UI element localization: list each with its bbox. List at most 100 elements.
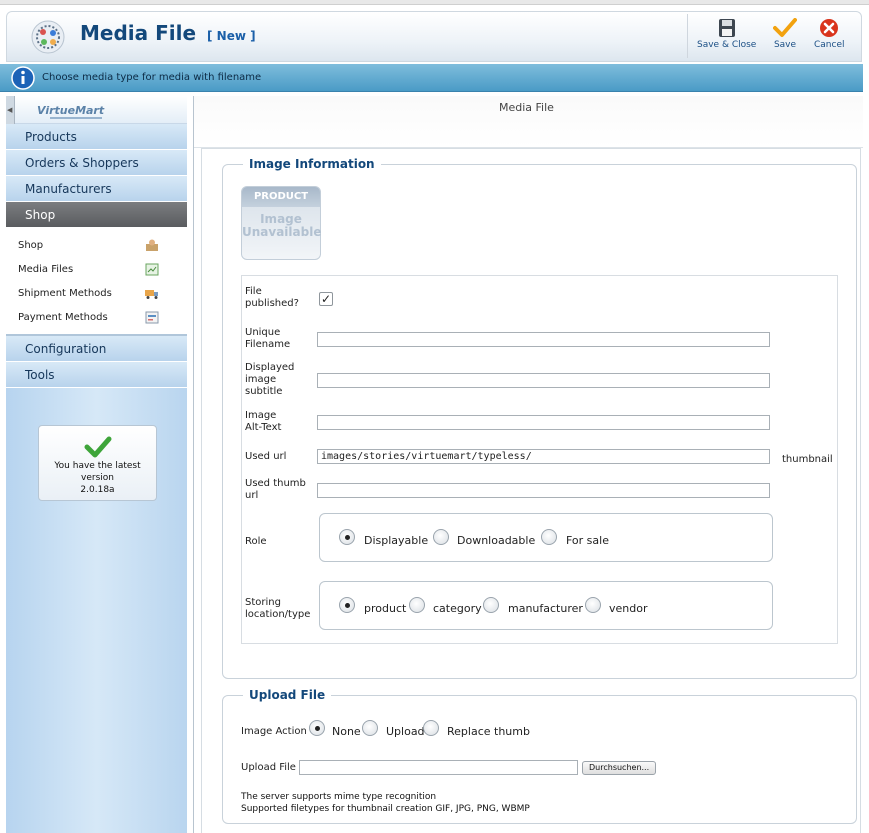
image-action-radio-upload[interactable] <box>362 720 378 736</box>
storing-radio-manufacturer[interactable] <box>483 597 499 613</box>
tab-bar: Media File <box>194 96 863 148</box>
sidebar-item-orders-shoppers[interactable]: Orders & Shoppers <box>6 150 187 176</box>
used-url-field[interactable]: images/stories/virtuemart/typeless/ <box>317 449 770 464</box>
unique-filename-label: Unique Filename <box>245 327 290 351</box>
image-action-label: Image Action <box>241 726 307 737</box>
alt-text-label: Image Alt-Text <box>245 410 281 434</box>
unique-filename-label-line2: Filename <box>245 339 291 350</box>
page-title: Media File [ New ] <box>80 21 256 45</box>
displayed-subtitle-label-line2: image <box>245 374 277 385</box>
save-close-button[interactable]: Save & Close <box>697 18 756 50</box>
used-thumb-url-label-line2: url <box>245 490 259 501</box>
used-thumb-url-label-line1: Used thumb <box>245 478 306 489</box>
file-published-checkbox[interactable]: ✓ <box>319 292 333 306</box>
upload-file-label: Upload File <box>241 762 296 773</box>
sidebar-item-label: Manufacturers <box>25 182 112 196</box>
storing-option-label: vendor <box>609 602 648 615</box>
displayed-subtitle-label-line3: subtitle <box>245 386 283 397</box>
save-close-icon <box>718 19 735 37</box>
browse-button[interactable]: Durchsuchen... <box>582 761 657 775</box>
page-title-text: Media File <box>80 21 197 45</box>
page-header: Media File [ New ] Save & Close Save Can… <box>6 11 862 62</box>
submenu-item-label: Shop <box>18 240 44 251</box>
version-number: 2.0.18a <box>80 485 115 495</box>
storing-radio-vendor[interactable] <box>585 597 601 613</box>
unique-filename-label-line1: Unique <box>245 327 281 338</box>
shop-icon <box>146 239 158 251</box>
tab-media-file[interactable]: Media File <box>499 101 554 114</box>
main-panel: Image Information PRODUCT Image Unavaila… <box>201 148 861 833</box>
version-text-line2: version <box>81 473 114 483</box>
used-url-label: Used url <box>245 451 287 462</box>
sidebar-item-tools[interactable]: Tools <box>6 362 187 388</box>
storing-option-label: manufacturer <box>508 602 583 615</box>
sidebar-item-products[interactable]: Products <box>6 124 187 150</box>
sidebar-brand: ◀ VirtueMart <box>6 96 187 124</box>
toolbar-divider <box>687 14 688 58</box>
filetypes-note: Supported filetypes for thumbnail creati… <box>241 804 530 814</box>
storing-location-label: Storing location/type <box>245 597 310 621</box>
storing-radio-category[interactable] <box>409 597 425 613</box>
sidebar-item-label: Shop <box>25 208 56 222</box>
save-label: Save <box>773 40 797 50</box>
sidebar-item-label: Tools <box>25 368 55 382</box>
sidebar-collapse-handle[interactable]: ◀ <box>6 96 15 124</box>
image-action-radio-replace-thumb[interactable] <box>423 720 439 736</box>
submenu-item-payment-methods[interactable]: Payment Methods <box>6 306 187 330</box>
mime-support-note: The server supports mime type recognitio… <box>241 792 437 802</box>
role-radio-downloadable[interactable] <box>433 529 449 545</box>
unique-filename-field[interactable] <box>317 332 770 347</box>
alt-text-field[interactable] <box>317 415 770 430</box>
info-icon <box>11 66 35 90</box>
alt-text-label-line1: Image <box>245 410 277 421</box>
sidebar-item-label: Orders & Shoppers <box>25 156 139 170</box>
image-action-option-label: None <box>332 725 361 738</box>
info-message: Choose media type for media with filenam… <box>42 72 262 83</box>
upload-file-field[interactable] <box>299 760 578 775</box>
submenu-item-label: Payment Methods <box>18 312 108 323</box>
submenu-item-shipment-methods[interactable]: Shipment Methods <box>6 282 187 306</box>
file-published-label-line2: published? <box>245 298 299 309</box>
content-divider <box>193 96 194 833</box>
role-radio-for-sale[interactable] <box>541 529 557 545</box>
storing-radio-group: product category manufacturer vendor <box>319 581 773 630</box>
sidebar-item-label: Products <box>25 130 77 144</box>
save-close-label: Save & Close <box>697 40 757 50</box>
storing-location-label-line1: Storing <box>245 597 281 608</box>
sidebar-item-manufacturers[interactable]: Manufacturers <box>6 176 187 202</box>
logo-underline <box>50 117 102 119</box>
checkmark-icon <box>773 18 797 37</box>
image-action-option-label: Upload <box>386 725 425 738</box>
displayed-subtitle-field[interactable] <box>317 373 770 388</box>
cancel-button[interactable]: Cancel <box>814 18 845 50</box>
save-button[interactable]: Save <box>773 18 797 50</box>
truck-icon <box>145 290 158 299</box>
storing-radio-product[interactable] <box>339 597 355 613</box>
used-thumb-url-field[interactable] <box>317 483 770 498</box>
sidebar-item-label: Configuration <box>25 342 107 356</box>
image-unavailable-placeholder: PRODUCT Image Unavailable <box>241 186 321 260</box>
shop-submenu: Shop Media Files Shipment Methods Paymen… <box>6 228 187 336</box>
submenu-item-label: Media Files <box>18 264 74 275</box>
role-radio-displayable[interactable] <box>339 529 355 545</box>
image-action-radio-none[interactable] <box>309 720 325 736</box>
info-bar: Choose media type for media with filenam… <box>0 64 863 92</box>
submenu-item-shop[interactable]: Shop <box>6 234 187 258</box>
cancel-icon <box>820 19 839 37</box>
version-text-line1: You have the latest <box>54 461 141 471</box>
sidebar-item-shop[interactable]: Shop <box>6 202 187 228</box>
role-option-label: Displayable <box>364 534 429 547</box>
top-strip <box>0 0 869 5</box>
virtuemart-logo: VirtueMart <box>37 104 105 117</box>
role-option-label: Downloadable <box>457 534 536 547</box>
page-title-status: [ New ] <box>207 29 256 43</box>
storing-option-label: product <box>364 602 407 615</box>
placeholder-line2: Unavailable <box>242 225 322 239</box>
collapse-arrow-icon: ◀ <box>7 106 13 114</box>
media-logo-icon <box>31 20 65 54</box>
role-option-label: For sale <box>566 534 609 547</box>
submenu-item-media-files[interactable]: Media Files <box>6 258 187 282</box>
storing-location-label-line2: location/type <box>245 609 311 620</box>
used-thumb-url-label: Used thumb url <box>245 478 306 502</box>
sidebar-item-configuration[interactable]: Configuration <box>6 336 187 362</box>
